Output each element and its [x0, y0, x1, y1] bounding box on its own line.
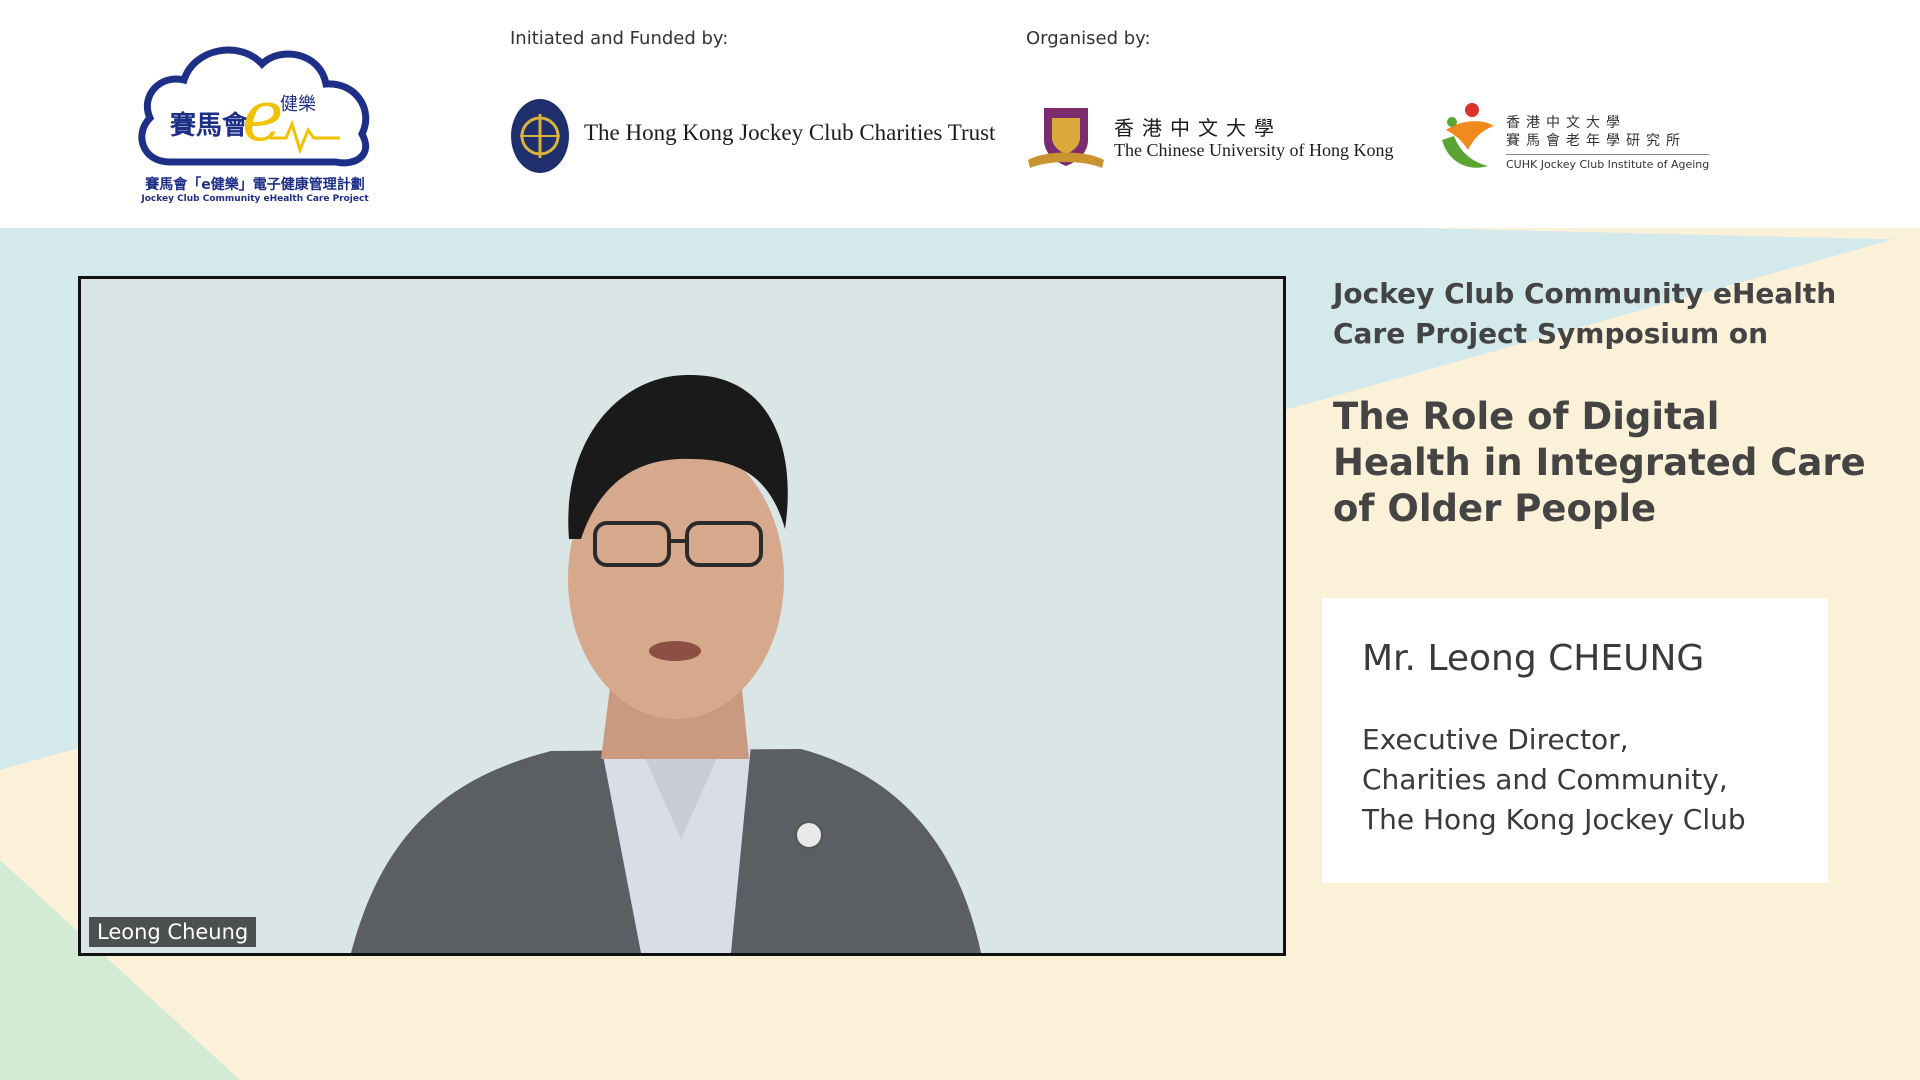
cuhk-name-zh: 香港中文大學	[1114, 116, 1282, 140]
symposium-intro: Jockey Club Community eHealth Care Proje…	[1333, 274, 1893, 354]
symposium-title-line: The Role of Digital	[1333, 395, 1720, 438]
symposium-title-line: Health in Integrated Care	[1333, 441, 1866, 484]
speaker-card: Mr. Leong CHEUNG Executive Director, Cha…	[1322, 598, 1828, 883]
funder-name: The Hong Kong Jockey Club Charities Trus…	[584, 120, 996, 145]
symposium-intro-line: Jockey Club Community eHealth	[1333, 277, 1837, 310]
cuhk-crest-icon	[1028, 108, 1104, 168]
speaker-role-line: The Hong Kong Jockey Club	[1362, 803, 1746, 836]
cuhk-name-en: The Chinese University of Hong Kong	[1114, 140, 1394, 160]
logo-mark-letter: e	[242, 75, 283, 157]
institute-name-en: CUHK Jockey Club Institute of Ageing	[1506, 154, 1710, 171]
logo-mark-left: 賽馬會	[169, 110, 249, 141]
speaker-name: Mr. Leong CHEUNG	[1362, 638, 1705, 679]
symposium-title: The Role of Digital Health in Integrated…	[1333, 394, 1903, 532]
hkjc-charities-trust-emblem-icon	[511, 99, 569, 173]
sponsor-header: 賽馬會 e 健樂 賽馬會「e健樂」電子健康管理計劃 Jockey Club Co…	[0, 0, 1920, 228]
funded-caption: Initiated and Funded by:	[510, 28, 729, 49]
organised-caption: Organised by:	[1026, 28, 1151, 49]
logo-mark-right: 健樂	[280, 94, 316, 115]
participant-name-tag: Leong Cheung	[89, 917, 257, 947]
speaker-video-frame	[81, 279, 1283, 953]
project-title-en: Jockey Club Community eHealth Care Proje…	[141, 194, 369, 204]
project-title-zh: 賽馬會「e健樂」電子健康管理計劃	[145, 177, 365, 193]
cloud-logo-icon: 賽馬會 e 健樂	[138, 46, 370, 167]
institute-name-zh-1: 香港中文大學	[1506, 115, 1626, 131]
symposium-title-line: of Older People	[1333, 487, 1657, 530]
institute-of-ageing-figure-icon	[1442, 103, 1494, 168]
project-logo: 賽馬會 e 健樂 賽馬會「e健樂」電子健康管理計劃 Jockey Club Co…	[130, 34, 380, 209]
symposium-intro-line: Care Project Symposium on	[1333, 317, 1769, 350]
institute-name-zh-2: 賽馬會老年學研究所	[1506, 133, 1686, 149]
speaker-video-feed[interactable]: Leong Cheung	[78, 276, 1286, 956]
speaker-role-line: Executive Director,	[1362, 723, 1629, 756]
speaker-role: Executive Director, Charities and Commun…	[1362, 720, 1746, 840]
speaker-role-line: Charities and Community,	[1362, 763, 1728, 796]
